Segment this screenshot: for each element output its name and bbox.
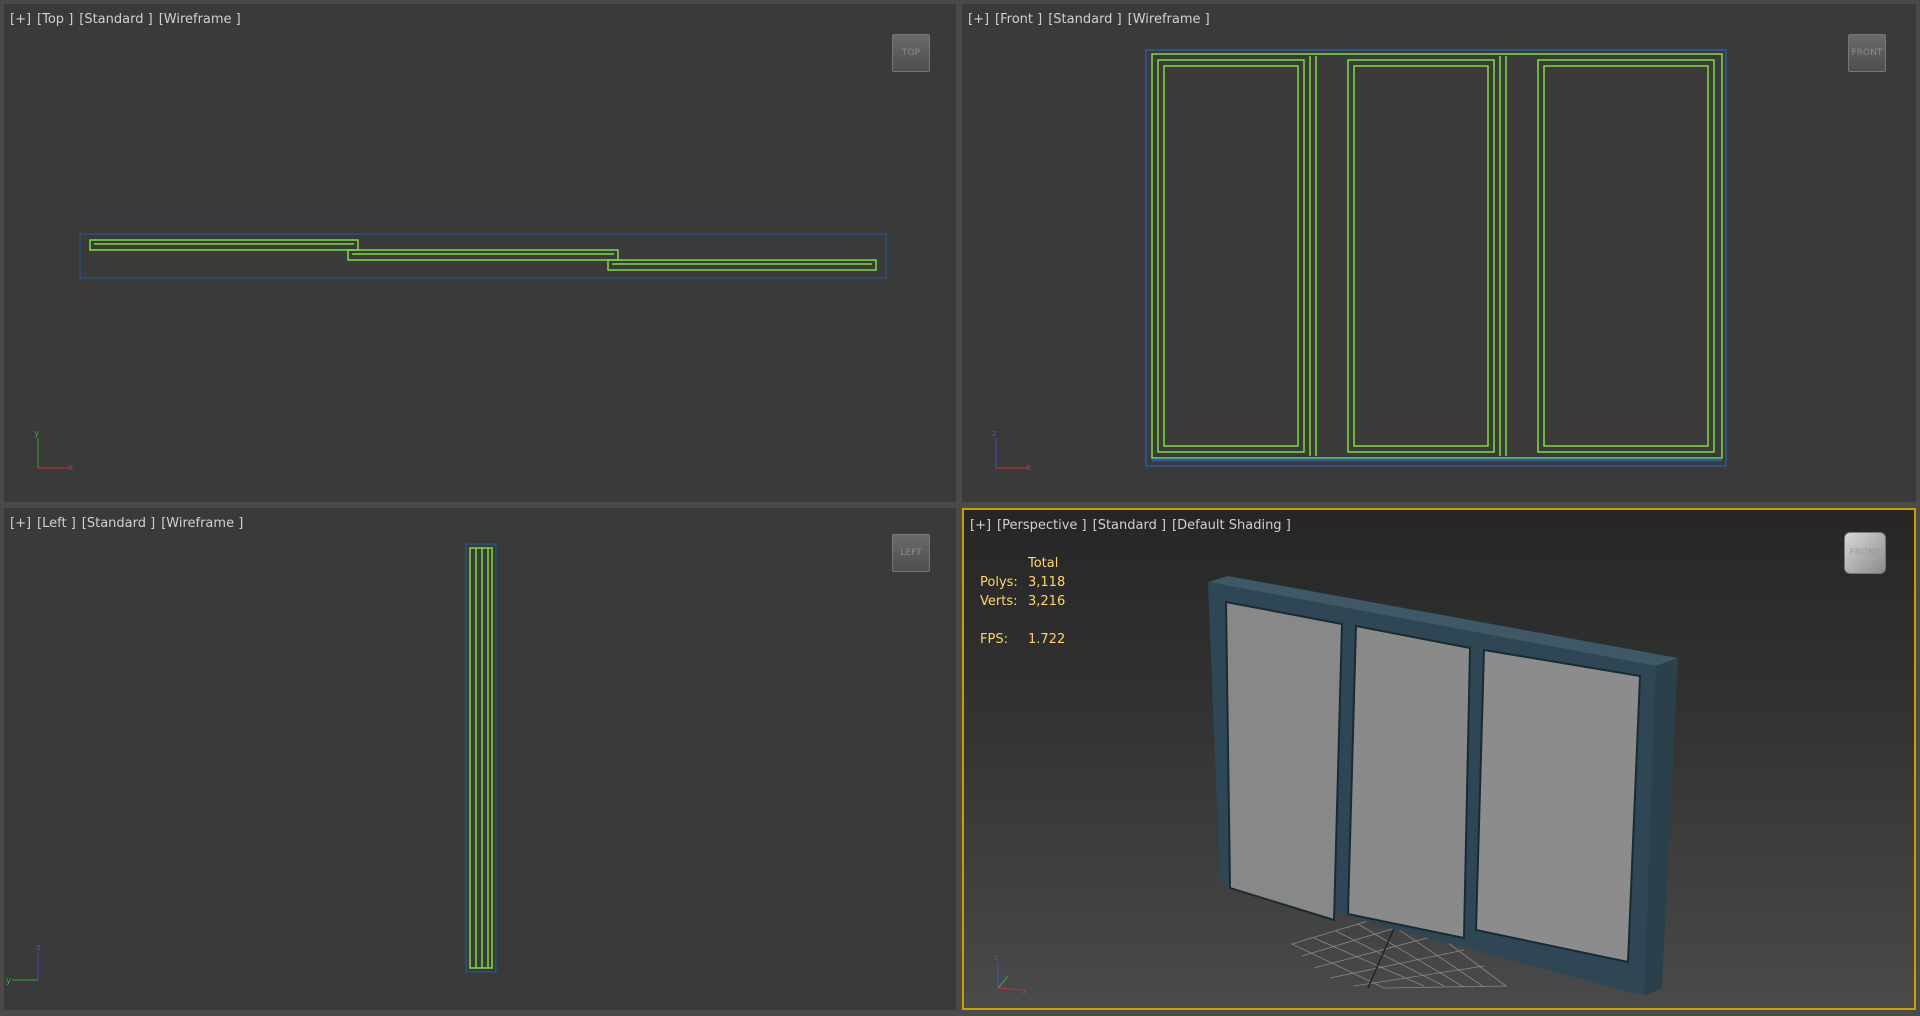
axis-tripod-top: y x [34,429,74,473]
left-wireframe-drawing: z y [6,543,497,986]
viewport-left[interactable]: [+] [Left ] [Standard ] [Wireframe ] LEFT z… [4,508,956,1010]
top-wireframe-drawing: y x [34,233,887,473]
svg-text:z: z [36,943,41,953]
perspective-scene: z x [994,576,1678,997]
window-model [1208,576,1678,996]
viewport-front[interactable]: [+] [Front ] [Standard ] [Wireframe ] FRONT… [962,4,1916,502]
axis-tripod-left: z y [6,943,41,986]
axis-tripod-perspective: z x [994,953,1028,997]
front-wireframe-drawing: z x [992,49,1727,473]
svg-text:x: x [1022,987,1028,997]
svg-text:y: y [34,429,40,439]
svg-text:z: z [994,953,999,963]
svg-text:y: y [6,976,12,986]
viewport-perspective[interactable]: [+] [Perspective ] [Standard ] [Default Sha… [962,508,1916,1010]
axis-tripod-front: z x [992,429,1032,473]
svg-text:x: x [68,463,74,473]
viewport-top[interactable]: [+] [Top ] [Standard ] [Wireframe ] TOP y x [4,4,956,502]
svg-text:z: z [992,429,997,439]
svg-text:x: x [1026,463,1032,473]
